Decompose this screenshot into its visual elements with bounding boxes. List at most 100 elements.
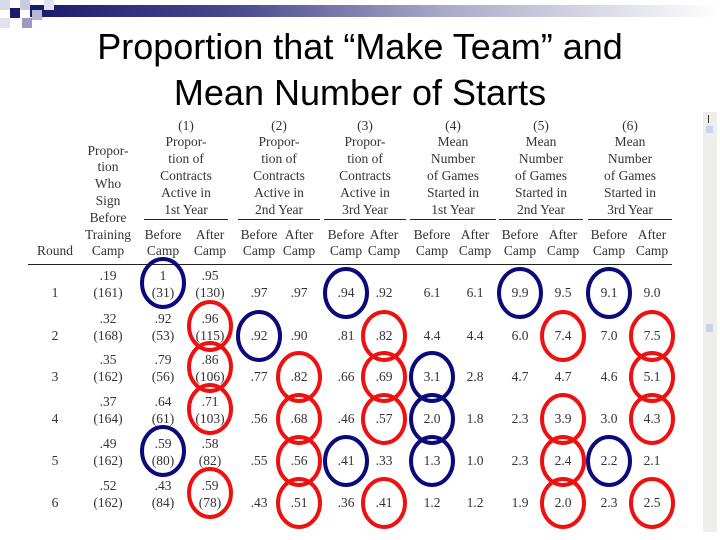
group-underline	[410, 219, 496, 220]
subheader-after: After	[460, 227, 490, 242]
group-underline	[144, 219, 228, 220]
group-header-line: of Games	[514, 168, 568, 183]
subheader-camp: Camp	[635, 243, 669, 258]
cell-c5a: 9.5	[554, 285, 572, 300]
row-round: 1	[51, 285, 59, 300]
group-header-line: Contracts	[253, 168, 305, 183]
cell-c5b: 4.7	[511, 369, 529, 384]
cell-c6a: 5.1	[643, 369, 661, 384]
cell-c6b: 2.3	[600, 495, 618, 510]
subheader-before: Before	[590, 227, 628, 242]
group-number: (3)	[357, 118, 373, 133]
cell-c5a: 4.7	[554, 369, 572, 384]
cell-c5b: 9.9	[511, 285, 529, 300]
subheader-camp: Camp	[458, 243, 492, 258]
group-header-line: Started in	[426, 185, 480, 200]
cell-c3a: .57	[375, 411, 393, 426]
group-header-line: 2nd Year	[516, 202, 566, 217]
cell-c2a: .97	[290, 285, 308, 300]
subheader-before: Before	[240, 227, 278, 242]
cell-c5a: 3.9	[554, 411, 572, 426]
subheader-camp: Camp	[242, 243, 276, 258]
cell-c1-after: .71	[201, 394, 219, 409]
subheader-camp: Camp	[329, 243, 363, 258]
cell-c1-before-n: (56)	[151, 369, 175, 384]
cell-sign-n: (164)	[93, 411, 123, 426]
group-number: (5)	[533, 118, 549, 133]
cell-sign-n: (161)	[93, 285, 123, 300]
cell-c3b: .66	[337, 369, 355, 384]
subheader-after: After	[284, 227, 314, 242]
cell-c1-after-n: (115)	[195, 328, 225, 343]
cell-c1-before-n: (84)	[151, 495, 175, 510]
cell-c4b: 6.1	[423, 285, 441, 300]
cell-c2b: .55	[250, 453, 268, 468]
row-round: 5	[51, 453, 59, 468]
row-round: 3	[51, 369, 59, 384]
cell-sign-n: (168)	[93, 328, 123, 343]
subheader-camp: Camp	[415, 243, 449, 258]
group-number: (1)	[178, 118, 194, 133]
group-header-line: Mean	[525, 134, 557, 149]
cell-c2b: .43	[250, 495, 268, 510]
subheader-camp: Camp	[592, 243, 626, 258]
group-header-line: Started in	[603, 185, 657, 200]
group-number: (2)	[271, 118, 287, 133]
cell-sign-n: (162)	[93, 495, 123, 510]
subheader-after: After	[548, 227, 578, 242]
cell-c1-before: .79	[154, 352, 172, 367]
scroll-up-arrow[interactable]	[706, 126, 713, 133]
cell-sign: .52	[99, 478, 117, 493]
group-header-line: of Games	[426, 168, 480, 183]
group-underline	[588, 219, 672, 220]
cell-c2a: .68	[290, 411, 308, 426]
cell-c1-before: .59	[154, 436, 172, 451]
group-header-line: Started in	[514, 185, 568, 200]
cell-c6b: 7.0	[600, 328, 618, 343]
subheader-after: After	[369, 227, 399, 242]
cell-c3b: .94	[337, 285, 355, 300]
subheader-camp: Camp	[546, 243, 580, 258]
group-header-line: 3rd Year	[342, 202, 388, 217]
group-header-line: Active in	[161, 185, 211, 200]
header-sign-line: Training	[84, 227, 132, 242]
scrollbar-cursor	[708, 115, 709, 123]
cell-c4a: 6.1	[466, 285, 484, 300]
cell-c1-before-n: (80)	[151, 453, 175, 468]
cell-c6a: 9.0	[643, 285, 661, 300]
group-header-line: tion of	[261, 151, 297, 166]
cell-c4b: 1.2	[423, 495, 441, 510]
cell-c5a: 7.4	[554, 328, 572, 343]
cell-c1-after: .59	[201, 478, 219, 493]
cell-c2a: .90	[290, 328, 308, 343]
cell-c5b: 6.0	[511, 328, 529, 343]
cell-c1-before: .43	[154, 478, 172, 493]
row-round: 4	[51, 411, 59, 426]
cell-c4b: 3.1	[423, 369, 441, 384]
group-header-line: 1st Year	[431, 202, 475, 217]
header-sign-line: Camp	[91, 243, 125, 258]
cell-c1-after: .95	[201, 268, 219, 283]
group-header-line: Contracts	[339, 168, 391, 183]
group-header-line: Propor-	[165, 134, 207, 149]
cell-sign: .37	[99, 394, 117, 409]
cell-sign-n: (162)	[93, 369, 123, 384]
subheader-after: After	[637, 227, 667, 242]
scrollbar[interactable]	[703, 112, 717, 532]
cell-c2a: .51	[290, 495, 308, 510]
cell-c6a: 2.5	[643, 495, 661, 510]
cell-c4a: 2.8	[466, 369, 484, 384]
cell-sign: .35	[99, 352, 117, 367]
group-header-line: Mean	[614, 134, 646, 149]
scroll-thumb[interactable]	[706, 324, 713, 332]
group-header-line: Number	[430, 151, 476, 166]
cell-c3b: .41	[337, 453, 355, 468]
subheader-camp: Camp	[282, 243, 316, 258]
cell-c1-before-n: (53)	[151, 328, 175, 343]
cell-c2b: .97	[250, 285, 268, 300]
cell-c6b: 3.0	[600, 411, 618, 426]
group-number: (4)	[445, 118, 461, 133]
cell-c4a: 1.2	[466, 495, 484, 510]
cell-c5b: 1.9	[511, 495, 529, 510]
group-header-line: Active in	[340, 185, 390, 200]
